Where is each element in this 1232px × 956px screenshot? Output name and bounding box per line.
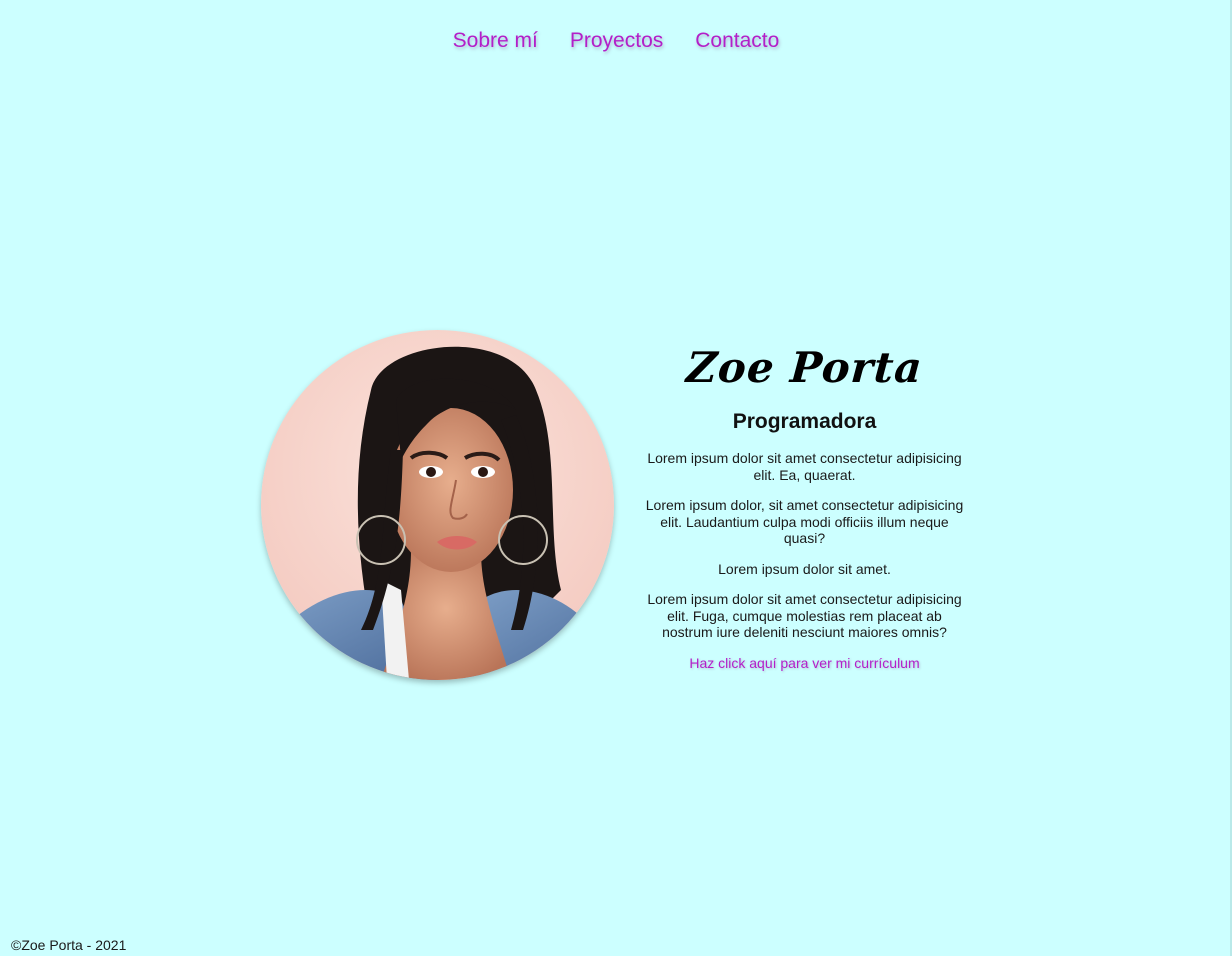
top-nav: Sobre mí Proyectos Contacto <box>0 27 1232 55</box>
bio-paragraph-2: Lorem ipsum dolor, sit amet consectetur … <box>645 497 964 546</box>
bio-paragraph-1: Lorem ipsum dolor sit amet consectetur a… <box>647 450 962 483</box>
bio-paragraph-3: Lorem ipsum dolor sit amet. <box>718 560 891 577</box>
profile-photo <box>261 330 614 680</box>
profile-info: Zoe Porta Programadora Lorem ipsum dolor… <box>643 342 966 673</box>
bio-paragraph-4: Lorem ipsum dolor sit amet consectetur a… <box>647 591 962 640</box>
nav-link-sobre-mi[interactable]: Sobre mí <box>453 27 538 55</box>
nav-link-contacto[interactable]: Contacto <box>695 27 779 55</box>
profile-name: Zoe Porta <box>684 343 925 392</box>
page: Sobre mí Proyectos Contacto Zoe Porta Pr… <box>0 0 1232 956</box>
profile-role: Programadora <box>732 410 877 433</box>
footer-copyright: ©Zoe Porta - 2021 <box>11 937 127 953</box>
cv-link[interactable]: Haz click aquí para ver mi currículum <box>689 655 919 671</box>
nav-link-proyectos[interactable]: Proyectos <box>570 27 663 55</box>
